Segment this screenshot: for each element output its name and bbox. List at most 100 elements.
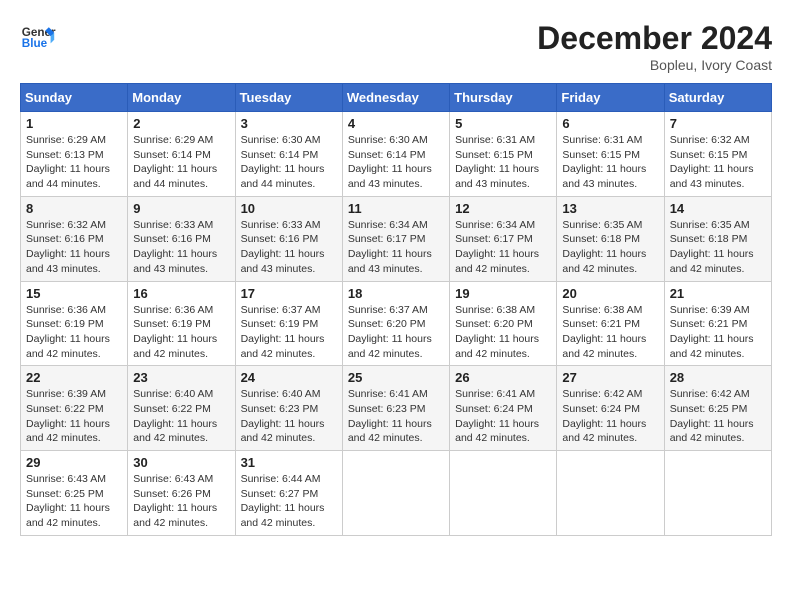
table-cell: 30 Sunrise: 6:43 AMSunset: 6:26 PMDayligh… (128, 451, 235, 536)
table-cell: 14 Sunrise: 6:35 AMSunset: 6:18 PMDayligh… (664, 196, 771, 281)
day-info: Sunrise: 6:44 AMSunset: 6:27 PMDaylight:… (241, 472, 337, 531)
table-cell: 27 Sunrise: 6:42 AMSunset: 6:24 PMDayligh… (557, 366, 664, 451)
table-cell: 22 Sunrise: 6:39 AMSunset: 6:22 PMDayligh… (21, 366, 128, 451)
day-info: Sunrise: 6:39 AMSunset: 6:22 PMDaylight:… (26, 387, 122, 446)
table-cell: 16 Sunrise: 6:36 AMSunset: 6:19 PMDayligh… (128, 281, 235, 366)
day-number: 11 (348, 201, 444, 216)
day-info: Sunrise: 6:29 AMSunset: 6:14 PMDaylight:… (133, 133, 229, 192)
day-info: Sunrise: 6:38 AMSunset: 6:20 PMDaylight:… (455, 303, 551, 362)
logo: General Blue (20, 20, 56, 56)
table-cell: 9 Sunrise: 6:33 AMSunset: 6:16 PMDaylight… (128, 196, 235, 281)
col-friday: Friday (557, 84, 664, 112)
day-number: 24 (241, 370, 337, 385)
col-wednesday: Wednesday (342, 84, 449, 112)
day-number: 3 (241, 116, 337, 131)
day-info: Sunrise: 6:34 AMSunset: 6:17 PMDaylight:… (348, 218, 444, 277)
day-info: Sunrise: 6:33 AMSunset: 6:16 PMDaylight:… (241, 218, 337, 277)
day-info: Sunrise: 6:35 AMSunset: 6:18 PMDaylight:… (562, 218, 658, 277)
day-info: Sunrise: 6:32 AMSunset: 6:15 PMDaylight:… (670, 133, 766, 192)
day-number: 18 (348, 286, 444, 301)
day-info: Sunrise: 6:31 AMSunset: 6:15 PMDaylight:… (562, 133, 658, 192)
table-cell: 6 Sunrise: 6:31 AMSunset: 6:15 PMDaylight… (557, 112, 664, 197)
page-header: General Blue December 2024 Bopleu, Ivory… (20, 20, 772, 73)
table-cell: 23 Sunrise: 6:40 AMSunset: 6:22 PMDayligh… (128, 366, 235, 451)
day-number: 13 (562, 201, 658, 216)
day-info: Sunrise: 6:35 AMSunset: 6:18 PMDaylight:… (670, 218, 766, 277)
day-number: 25 (348, 370, 444, 385)
day-info: Sunrise: 6:43 AMSunset: 6:26 PMDaylight:… (133, 472, 229, 531)
day-info: Sunrise: 6:43 AMSunset: 6:25 PMDaylight:… (26, 472, 122, 531)
table-cell: 4 Sunrise: 6:30 AMSunset: 6:14 PMDaylight… (342, 112, 449, 197)
table-cell: 11 Sunrise: 6:34 AMSunset: 6:17 PMDayligh… (342, 196, 449, 281)
day-number: 30 (133, 455, 229, 470)
table-cell: 21Sunrise: 6:39 AMSunset: 6:21 PMDayligh… (664, 281, 771, 366)
day-info: Sunrise: 6:30 AMSunset: 6:14 PMDaylight:… (348, 133, 444, 192)
day-number: 7 (670, 116, 766, 131)
day-info: Sunrise: 6:38 AMSunset: 6:21 PMDaylight:… (562, 303, 658, 362)
day-info: Sunrise: 6:33 AMSunset: 6:16 PMDaylight:… (133, 218, 229, 277)
day-number: 17 (241, 286, 337, 301)
day-number: 20 (562, 286, 658, 301)
day-number: 23 (133, 370, 229, 385)
day-number: 12 (455, 201, 551, 216)
day-number: 27 (562, 370, 658, 385)
table-cell: 7 Sunrise: 6:32 AMSunset: 6:15 PMDaylight… (664, 112, 771, 197)
table-cell: 18 Sunrise: 6:37 AMSunset: 6:20 PMDayligh… (342, 281, 449, 366)
col-tuesday: Tuesday (235, 84, 342, 112)
table-cell: 20 Sunrise: 6:38 AMSunset: 6:21 PMDayligh… (557, 281, 664, 366)
location: Bopleu, Ivory Coast (537, 57, 772, 73)
week-row-5: 29 Sunrise: 6:43 AMSunset: 6:25 PMDayligh… (21, 451, 772, 536)
day-info: Sunrise: 6:40 AMSunset: 6:23 PMDaylight:… (241, 387, 337, 446)
day-number: 6 (562, 116, 658, 131)
table-cell: 26 Sunrise: 6:41 AMSunset: 6:24 PMDayligh… (450, 366, 557, 451)
day-info: Sunrise: 6:32 AMSunset: 6:16 PMDaylight:… (26, 218, 122, 277)
table-cell: 8 Sunrise: 6:32 AMSunset: 6:16 PMDaylight… (21, 196, 128, 281)
day-info: Sunrise: 6:41 AMSunset: 6:24 PMDaylight:… (455, 387, 551, 446)
day-info: Sunrise: 6:29 AMSunset: 6:13 PMDaylight:… (26, 133, 122, 192)
day-number: 4 (348, 116, 444, 131)
day-number: 31 (241, 455, 337, 470)
table-cell: 10 Sunrise: 6:33 AMSunset: 6:16 PMDayligh… (235, 196, 342, 281)
day-info: Sunrise: 6:36 AMSunset: 6:19 PMDaylight:… (133, 303, 229, 362)
day-info: Sunrise: 6:36 AMSunset: 6:19 PMDaylight:… (26, 303, 122, 362)
table-cell: 29 Sunrise: 6:43 AMSunset: 6:25 PMDayligh… (21, 451, 128, 536)
month-title: December 2024 (537, 20, 772, 57)
table-cell: 31 Sunrise: 6:44 AMSunset: 6:27 PMDayligh… (235, 451, 342, 536)
day-number: 15 (26, 286, 122, 301)
table-cell: 2 Sunrise: 6:29 AMSunset: 6:14 PMDaylight… (128, 112, 235, 197)
day-number: 8 (26, 201, 122, 216)
table-cell (342, 451, 449, 536)
day-number: 2 (133, 116, 229, 131)
day-info: Sunrise: 6:40 AMSunset: 6:22 PMDaylight:… (133, 387, 229, 446)
day-info: Sunrise: 6:41 AMSunset: 6:23 PMDaylight:… (348, 387, 444, 446)
day-info: Sunrise: 6:34 AMSunset: 6:17 PMDaylight:… (455, 218, 551, 277)
table-cell (450, 451, 557, 536)
day-number: 9 (133, 201, 229, 216)
table-cell: 1 Sunrise: 6:29 AMSunset: 6:13 PMDaylight… (21, 112, 128, 197)
day-info: Sunrise: 6:30 AMSunset: 6:14 PMDaylight:… (241, 133, 337, 192)
day-number: 26 (455, 370, 551, 385)
title-block: December 2024 Bopleu, Ivory Coast (537, 20, 772, 73)
day-info: Sunrise: 6:37 AMSunset: 6:20 PMDaylight:… (348, 303, 444, 362)
day-number: 10 (241, 201, 337, 216)
day-number: 14 (670, 201, 766, 216)
day-number: 29 (26, 455, 122, 470)
table-cell: 19 Sunrise: 6:38 AMSunset: 6:20 PMDayligh… (450, 281, 557, 366)
table-cell: 28Sunrise: 6:42 AMSunset: 6:25 PMDayligh… (664, 366, 771, 451)
col-saturday: Saturday (664, 84, 771, 112)
col-sunday: Sunday (21, 84, 128, 112)
day-info: Sunrise: 6:42 AMSunset: 6:24 PMDaylight:… (562, 387, 658, 446)
table-cell: 17Sunrise: 6:37 AMSunset: 6:19 PMDayligh… (235, 281, 342, 366)
table-cell: 15 Sunrise: 6:36 AMSunset: 6:19 PMDayligh… (21, 281, 128, 366)
day-number: 22 (26, 370, 122, 385)
week-row-2: 8 Sunrise: 6:32 AMSunset: 6:16 PMDaylight… (21, 196, 772, 281)
col-monday: Monday (128, 84, 235, 112)
week-row-3: 15 Sunrise: 6:36 AMSunset: 6:19 PMDayligh… (21, 281, 772, 366)
day-number: 16 (133, 286, 229, 301)
day-number: 1 (26, 116, 122, 131)
day-number: 19 (455, 286, 551, 301)
day-info: Sunrise: 6:31 AMSunset: 6:15 PMDaylight:… (455, 133, 551, 192)
day-number: 28 (670, 370, 766, 385)
svg-text:Blue: Blue (22, 37, 48, 50)
week-row-4: 22 Sunrise: 6:39 AMSunset: 6:22 PMDayligh… (21, 366, 772, 451)
